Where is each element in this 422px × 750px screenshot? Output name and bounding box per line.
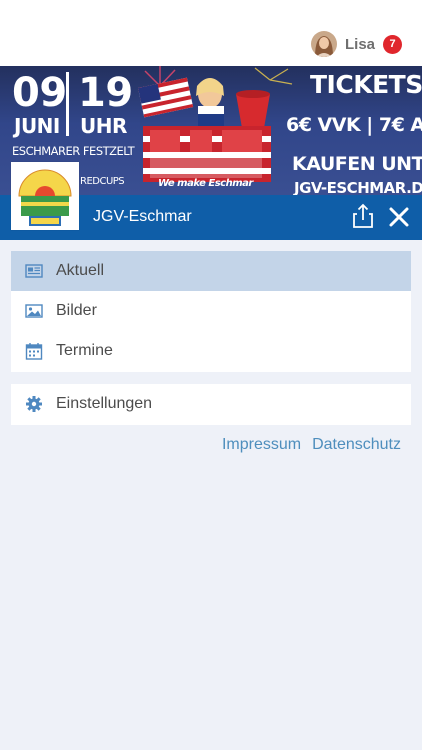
datenschutz-link[interactable]: Datenschutz [312,436,401,454]
close-button[interactable] [387,205,411,229]
menu-label-einstellungen: Einstellungen [56,395,153,412]
user-name[interactable]: Lisa [345,36,375,53]
notification-badge[interactable]: 7 [383,34,402,54]
banner-month: JUNI [14,114,60,138]
menu-label-aktuell: Aktuell [56,262,105,279]
banner-location: ESCHMARER FESTZELT [12,144,135,158]
menu-label-termine: Termine [56,342,113,359]
image-icon [25,304,43,318]
menu-item-bilder[interactable]: Bilder [11,291,411,331]
banner-slogan: We make Eschmar [158,178,253,189]
main-menu: Aktuell Bilder Termine [11,251,411,372]
banner-day: 09 [12,70,67,116]
menu-item-termine[interactable]: Termine [11,331,411,371]
banner-prices: 6€ VVK | 7€ AK [286,114,422,136]
gear-icon [26,396,42,412]
club-logo[interactable] [11,162,79,230]
share-icon [353,203,373,228]
impressum-link[interactable]: Impressum [222,436,301,454]
menu-item-einstellungen[interactable]: Einstellungen [11,384,411,425]
footer-links: Impressum Datenschutz [222,436,401,454]
banner-buy: KAUFEN UNTER [292,153,422,175]
banner-tickets: TICKETS [310,70,422,99]
menu-item-aktuell[interactable]: Aktuell [11,251,411,291]
top-bar: Lisa 7 [0,0,422,66]
banner-url: JGV-ESCHMAR.DE [294,179,422,195]
settings-menu: Einstellungen [11,384,411,425]
banner-redcups: REDCUPS [80,176,125,187]
share-button[interactable] [350,203,376,229]
banner-time: 19 [78,70,133,116]
avatar[interactable] [310,31,337,57]
club-title: JGV-Eschmar [93,208,192,225]
calendar-icon [25,343,43,360]
menu-label-bilder: Bilder [56,302,97,319]
newspaper-icon [25,264,43,278]
user-menu[interactable]: Lisa 7 [310,30,402,58]
banner-uhr: UHR [80,114,127,138]
close-icon [389,207,409,227]
